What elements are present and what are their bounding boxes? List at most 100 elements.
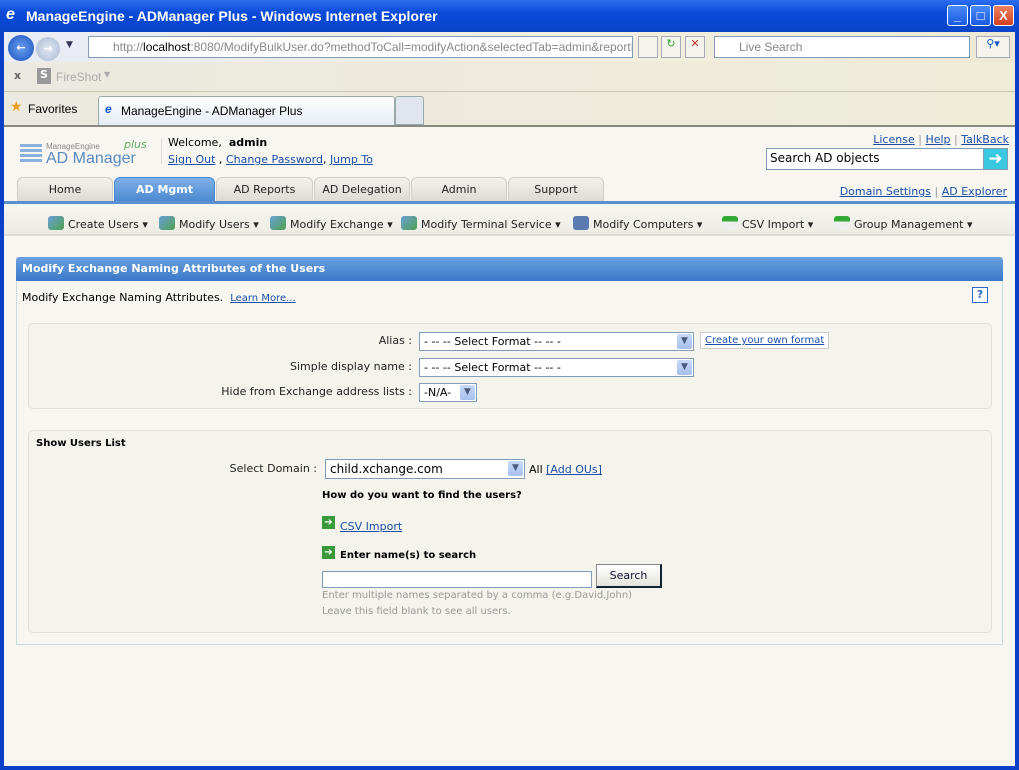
welcome-text: Welcome, admin	[168, 136, 267, 149]
add-ous-link[interactable]: [Add OUs]	[546, 463, 602, 476]
create-format-button[interactable]: Create your own format	[700, 332, 830, 349]
fireshot-button[interactable]: FireShot	[56, 70, 101, 84]
menu-modify-computers[interactable]: Modify Computers ▾	[573, 216, 702, 231]
group-management-icon	[834, 216, 850, 230]
logo-icon	[20, 144, 42, 164]
menu-label: Modify Users	[179, 218, 250, 231]
address-bar[interactable]: http://localhost:8080/ModifyBulkUser.do?…	[88, 36, 633, 58]
panel-title: Modify Exchange Naming Attributes of the…	[16, 257, 1003, 281]
menu-label: Modify Computers	[593, 218, 694, 231]
menu-create-users[interactable]: Create Users ▾	[48, 216, 148, 231]
domain-select[interactable]: child.xchange.com ▼	[325, 459, 525, 479]
menu-label: CSV Import	[742, 218, 805, 231]
tab-ad-mgmt[interactable]: AD Mgmt	[114, 177, 215, 202]
minimize-button[interactable]: _	[947, 5, 968, 26]
jump-to-link[interactable]: Jump To	[330, 153, 373, 166]
names-search-input[interactable]	[322, 571, 592, 588]
display-name-label: Simple display name :	[289, 360, 412, 373]
display-name-select[interactable]: - -- -- Select Format -- -- - ▼	[419, 358, 694, 377]
modify-exchange-icon	[270, 216, 286, 230]
hide-label: Hide from Exchange address lists :	[221, 385, 412, 398]
csv-import-link[interactable]: CSV Import	[340, 520, 402, 533]
forward-button[interactable]: →	[36, 37, 60, 61]
panel-description: Modify Exchange Naming Attributes. Learn…	[22, 291, 296, 304]
learn-more-link[interactable]: Learn More...	[230, 293, 295, 304]
search-button[interactable]: Search	[596, 564, 662, 588]
url-prefix: http://	[113, 40, 144, 54]
menu-label: Create Users	[68, 218, 139, 231]
menu-modify-users[interactable]: Modify Users ▾	[159, 216, 259, 231]
admanager-logo: ManageEngine AD Manager plus	[20, 138, 150, 170]
domain-value: child.xchange.com	[330, 462, 443, 476]
welcome-label: Welcome,	[168, 136, 222, 149]
display-name-value: - -- -- Select Format -- -- -	[424, 361, 561, 374]
menu-label: Modify Exchange	[290, 218, 384, 231]
close-toolbar-icon[interactable]: x	[14, 69, 21, 82]
favorites-star-icon: ★	[10, 99, 23, 115]
top-links: License | Help | TalkBack	[873, 133, 1009, 146]
user-links: Sign Out , Change Password, Jump To	[168, 153, 373, 166]
arrow-right-icon: ➔	[322, 516, 335, 529]
menu-modify-terminal-service[interactable]: Modify Terminal Service ▾	[401, 216, 561, 231]
domain-label: Select Domain :	[229, 462, 317, 475]
logo-main: AD Manager	[46, 150, 136, 167]
alias-value: - -- -- Select Format -- -- -	[424, 335, 561, 348]
domain-links: Domain Settings | AD Explorer	[839, 185, 1007, 198]
hide-select[interactable]: -N/A- ▼	[419, 383, 477, 402]
talkback-link[interactable]: TalkBack	[961, 133, 1009, 146]
ad-explorer-link[interactable]: AD Explorer	[942, 185, 1007, 198]
create-users-icon	[48, 216, 64, 230]
browser-tab-title: ManageEngine - ADManager Plus	[121, 104, 303, 118]
hide-value: -N/A-	[424, 386, 452, 399]
tab-ad-reports[interactable]: AD Reports	[216, 177, 313, 202]
favorites-button[interactable]: Favorites	[28, 102, 77, 116]
chevron-down-icon: ▼	[460, 385, 475, 400]
compatibility-icon[interactable]	[638, 36, 658, 58]
live-search-input[interactable]: Live Search	[714, 36, 970, 58]
enter-names-label: Enter name(s) to search	[340, 550, 477, 561]
tab-support[interactable]: Support	[508, 177, 604, 202]
fireshot-dropdown-icon[interactable]: ▼	[104, 70, 110, 79]
help-link[interactable]: Help	[925, 133, 950, 146]
tab-ad-delegation[interactable]: AD Delegation	[314, 177, 410, 202]
menu-label: Modify Terminal Service	[421, 218, 552, 231]
csv-import-icon	[722, 216, 738, 230]
find-users-question: How do you want to find the users?	[322, 490, 522, 501]
create-format-link[interactable]: Create your own format	[705, 335, 824, 346]
url-rest: :8080/ModifyBulkUser.do?methodToCall=mod…	[190, 40, 633, 54]
refresh-icon[interactable]: ↻	[661, 36, 681, 58]
sign-out-link[interactable]: Sign Out	[168, 153, 215, 166]
tab-home[interactable]: Home	[17, 177, 113, 202]
help-icon[interactable]: ?	[972, 287, 988, 303]
logo-plus: plus	[124, 138, 147, 151]
change-password-link[interactable]: Change Password	[226, 153, 323, 166]
computers-icon	[573, 216, 589, 230]
alias-select[interactable]: - -- -- Select Format -- -- - ▼	[419, 332, 694, 351]
new-tab-button[interactable]	[395, 96, 424, 125]
menu-group-management[interactable]: Group Management ▾	[834, 216, 972, 231]
menu-modify-exchange[interactable]: Modify Exchange ▾	[270, 216, 393, 231]
window-title: ManageEngine - ADManager Plus - Windows …	[26, 8, 438, 24]
live-search-placeholder: Live Search	[739, 40, 803, 54]
modify-users-icon	[159, 216, 175, 230]
menu-label: Group Management	[854, 218, 964, 231]
tab-admin[interactable]: Admin	[411, 177, 507, 202]
ad-search-go-button[interactable]: ➜	[983, 148, 1008, 170]
stop-icon[interactable]: ✕	[685, 36, 705, 58]
description-text: Modify Exchange Naming Attributes.	[22, 291, 224, 304]
browser-tab[interactable]: e ManageEngine - ADManager Plus	[98, 96, 395, 125]
ie-logo-icon: e	[6, 6, 15, 23]
command-bar: x S FireShot ▼	[4, 62, 1015, 92]
chevron-down-icon: ▼	[677, 360, 692, 375]
back-button[interactable]: ←	[8, 35, 34, 61]
username: admin	[228, 136, 268, 149]
history-dropdown-icon[interactable]: ▼	[66, 40, 73, 50]
maximize-button[interactable]: □	[970, 5, 991, 26]
domain-settings-link[interactable]: Domain Settings	[840, 185, 931, 198]
ad-search-input[interactable]: Search AD objects	[766, 148, 984, 170]
navigation-bar: ← → ▼ http://localhost:8080/ModifyBulkUs…	[4, 32, 1015, 62]
license-link[interactable]: License	[873, 133, 914, 146]
search-icon[interactable]: ⚲▾	[976, 36, 1010, 58]
close-button[interactable]: X	[993, 5, 1014, 26]
menu-csv-import[interactable]: CSV Import ▾	[722, 216, 813, 231]
